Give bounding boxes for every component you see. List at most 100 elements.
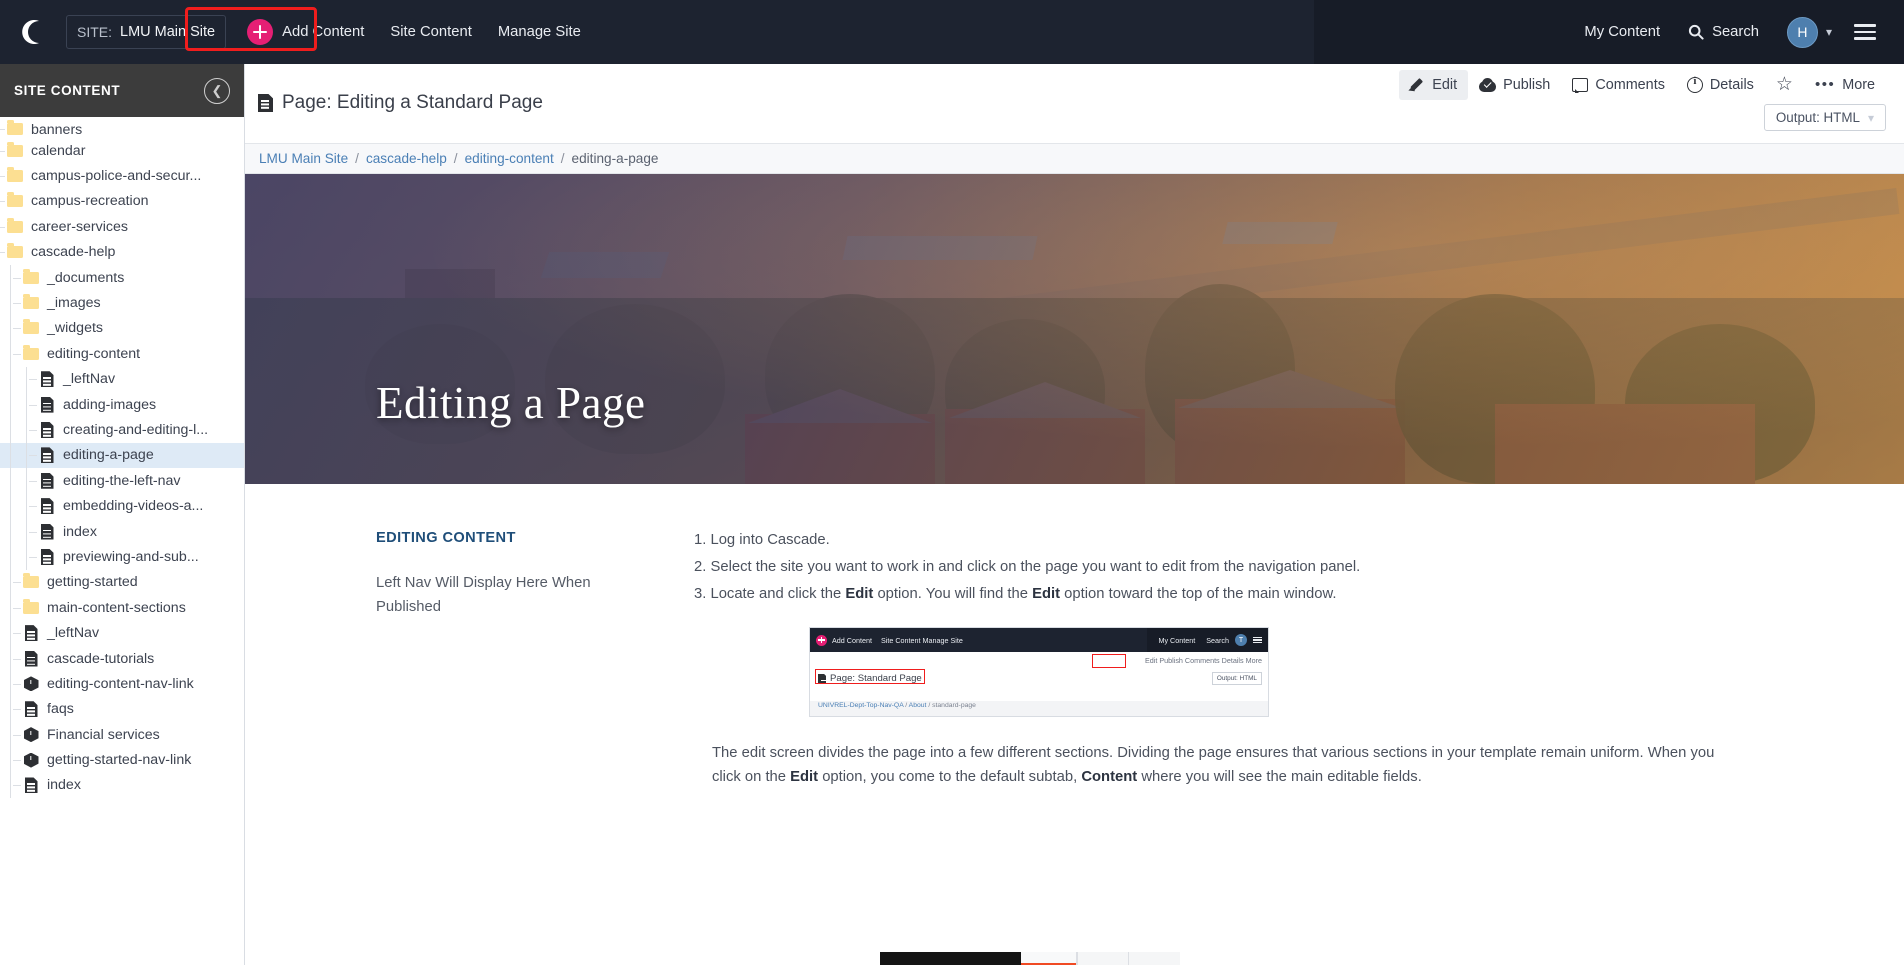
tree-item-getting-started-nav-link[interactable]: getting-started-nav-link [0,747,244,773]
edit-label: Edit [1432,76,1458,93]
embedded-output-selector: Output: HTML [1211,672,1262,685]
tree-item--images[interactable]: _images [0,290,244,316]
tree-item-creating-and-editing-l-[interactable]: creating-and-editing-l... [0,417,244,443]
tree-connector [29,404,37,406]
page-header: Page: Editing a Standard Page Edit Publi… [245,64,1904,144]
tree-item-editing-content-nav-link[interactable]: editing-content-nav-link [0,671,244,697]
tree-item-previewing-and-sub-[interactable]: previewing-and-sub... [0,544,244,570]
output-selector[interactable]: Output: HTML ▾ [1763,104,1886,131]
tree-guide-line [10,696,11,722]
tree-guide-line [26,366,27,392]
embedded-hamburger-icon [1253,636,1262,644]
folder-icon [22,344,40,363]
user-menu[interactable]: H ▾ [1773,0,1846,64]
tree-guide-line [10,544,11,570]
tree-item-cascade-tutorials[interactable]: cascade-tutorials [0,645,244,672]
more-button[interactable]: ••• More [1804,69,1886,100]
tree-connector [0,128,5,130]
tree-guide-line [10,518,11,545]
nav-site-content[interactable]: Site Content [377,0,484,64]
tree-item-label: index [63,523,97,540]
tree-item-label: editing-the-left-nav [63,472,181,489]
nav-manage-site[interactable]: Manage Site [485,0,594,64]
add-content-button[interactable]: Add Content [234,0,377,64]
publish-label: Publish [1503,76,1551,93]
tree-item-label: creating-and-editing-l... [63,421,209,438]
step3-c: option toward the top of the main window… [1060,586,1337,602]
folder-icon [6,217,24,236]
embedded-topbar: Add Content Site Content Manage Site My … [810,628,1268,652]
site-selector-value: LMU Main Site [120,24,216,40]
hero-photo [245,174,1904,484]
site-selector-label: SITE: [77,24,113,40]
breadcrumb: LMU Main Site / cascade-help / editing-c… [245,144,1904,174]
publish-icon [1479,77,1497,92]
tree-item-cascade-help[interactable]: cascade-help [0,240,244,265]
left-column: EDITING CONTENT Left Nav Will Display He… [376,530,676,789]
tree-item--leftnav[interactable]: _leftNav [0,366,244,392]
block-icon [22,675,40,693]
tree-item-adding-images[interactable]: adding-images [0,391,244,418]
site-selector[interactable]: SITE: LMU Main Site [66,15,227,49]
tree-guide-line [26,417,27,443]
tree-item-main-content-sections[interactable]: main-content-sections [0,595,244,621]
tree-item-label: editing-content-nav-link [47,675,194,692]
tree-item-label: index [47,777,81,794]
search-button[interactable]: Search [1674,0,1773,64]
tree-item-embedding-videos-a-[interactable]: embedding-videos-a... [0,493,244,519]
page-document-icon [22,700,40,718]
search-icon [1688,24,1704,40]
folder-icon [6,167,24,185]
chevron-left-icon[interactable]: ❮ [204,77,230,104]
tree-guide-line [26,518,27,545]
tree-item-editing-the-left-nav[interactable]: editing-the-left-nav [0,468,244,494]
tree-item-getting-started[interactable]: getting-started [0,569,244,596]
tree-item-label: _widgets [47,320,103,337]
tree-connector [29,506,37,508]
tree-item-label: banners [31,122,83,138]
tree-guide-line [26,391,27,418]
top-navigation-bar: SITE: LMU Main Site Add Content Site Con… [0,0,1904,64]
tree-connector [13,328,21,330]
list-item: Log into Cascade. [710,532,830,548]
avatar: H [1786,16,1818,48]
bottom-shot-active-tab [1020,952,1076,965]
tree-item--leftnav[interactable]: _leftNav [0,620,244,646]
hamburger-menu-icon[interactable] [1846,24,1888,40]
favorite-button[interactable]: ☆ [1765,68,1804,101]
tree-item-index[interactable]: index [0,518,244,545]
site-content-sidebar: SITE CONTENT ❮ banners calendar campus-pol… [0,64,245,965]
tree-item-editing-a-page[interactable]: editing-a-page [0,442,244,469]
details-button[interactable]: Details [1676,70,1765,100]
embedded-nav-labels: Site Content Manage Site [880,635,963,645]
step3-b: option. You will find the [873,586,1033,602]
tree-item-label: getting-started-nav-link [47,752,192,769]
breadcrumb-item-1[interactable]: cascade-help [366,151,447,166]
tree-item-financial-services[interactable]: Financial services [0,721,244,748]
tree-item-faqs[interactable]: faqs [0,696,244,722]
tree-item-calendar[interactable]: calendar [0,138,244,163]
page-title: Page: Editing a Standard Page [258,92,543,114]
tree-item-career-services[interactable]: career-services [0,214,244,239]
tree-item--documents[interactable]: _documents [0,264,244,291]
tree-item-campus-recreation[interactable]: campus-recreation [0,189,244,214]
tree-item-campus-police-and-secur-[interactable]: campus-police-and-secur... [0,163,244,188]
tree-guide-line [10,721,11,748]
folder-icon [6,141,24,160]
publish-button[interactable]: Publish [1468,70,1561,100]
tree-item-index[interactable]: index [0,772,244,799]
edit-button[interactable]: Edit [1399,69,1469,100]
tree-item--widgets[interactable]: _widgets [0,315,244,342]
tree-item-label: editing-a-page [63,447,154,464]
breadcrumb-item-2[interactable]: editing-content [465,151,554,166]
brand-logo[interactable] [0,0,64,64]
tree-connector [0,252,5,254]
embedded-add-content-label: Add Content [832,635,872,645]
comments-button[interactable]: Comments [1561,70,1676,100]
tree-connector [13,277,21,279]
tree-item-editing-content[interactable]: editing-content [0,341,244,367]
my-content-link[interactable]: My Content [1570,0,1674,64]
tree-item-banners[interactable]: banners [0,119,244,138]
folder-icon [22,319,40,337]
breadcrumb-item-0[interactable]: LMU Main Site [259,151,348,166]
